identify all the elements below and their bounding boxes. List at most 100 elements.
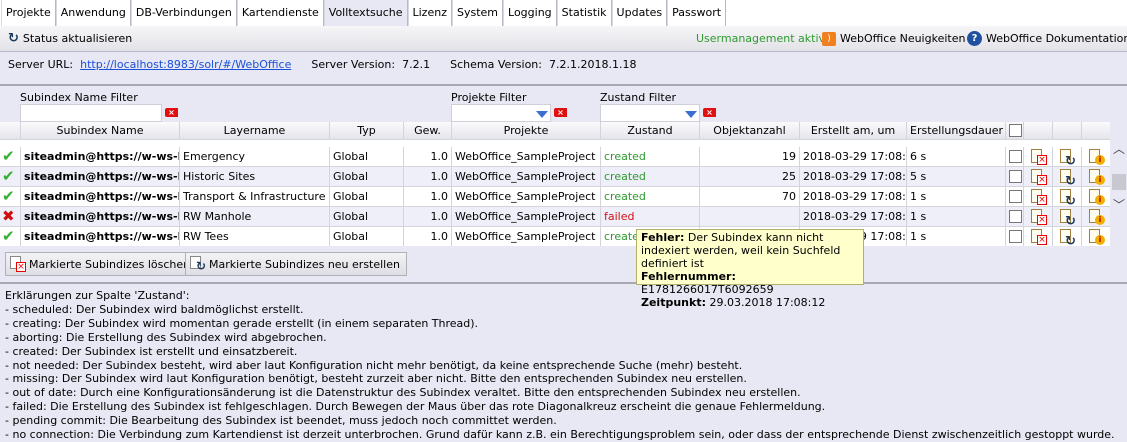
delete-icon[interactable]: ×: [1030, 189, 1047, 205]
typ-cell: Global: [330, 207, 404, 226]
docs-link[interactable]: ? WebOffice Dokumentation: [967, 31, 1127, 46]
action-cell: ×: [1024, 167, 1053, 186]
table-row[interactable]: ✔ siteadmin@https://w-ws-h Transport & Inf…: [0, 187, 1110, 207]
news-link[interactable]: ) WebOffice Neuigkeiten: [822, 31, 965, 46]
main-tabs: Projekte Anwendung DB-Verbindungen Kartendi…: [0, 0, 1127, 26]
tooltip-time: 29.03.2018 17:08:12: [709, 296, 826, 309]
divider: [0, 282, 1127, 284]
toolbar: ↻ Status aktualisieren Usermanagement ak…: [0, 26, 1127, 52]
zustand-cell: created: [601, 167, 700, 186]
server-version-label: Server Version:: [311, 58, 396, 71]
tab-updates[interactable]: Updates: [611, 0, 668, 26]
scroll-up-icon[interactable]: ︿: [1113, 140, 1125, 157]
checkmark-icon: ✔: [2, 147, 15, 165]
row-checkbox[interactable]: [1009, 170, 1022, 183]
server-version: 7.2.1: [402, 58, 431, 71]
rebuild-icon[interactable]: ↻: [1059, 149, 1076, 166]
rebuild-icon[interactable]: ↻: [1059, 229, 1076, 246]
info-icon[interactable]: i: [1088, 149, 1105, 165]
status-cell: ✔: [0, 167, 21, 186]
subindex-name-filter-input[interactable]: [20, 104, 162, 122]
status-cell: ✖: [0, 207, 21, 226]
tooltip-number-label: Fehlernummer:: [641, 270, 736, 283]
select-cell: [1006, 207, 1024, 226]
row-checkbox[interactable]: [1009, 210, 1022, 223]
action-cell: ×: [1024, 147, 1053, 166]
tab-anwendung[interactable]: Anwendung: [55, 0, 131, 26]
clear-name-filter-icon[interactable]: ×: [165, 108, 178, 117]
tab-statistik[interactable]: Statistik: [556, 0, 612, 26]
rebuild-icon[interactable]: ↻: [1059, 169, 1076, 186]
tab-system[interactable]: System: [451, 0, 504, 26]
row-checkbox[interactable]: [1009, 150, 1022, 163]
table-row[interactable]: ✔ siteadmin@https://w-ws-h Emergency Global…: [0, 147, 1110, 167]
projekte-filter-select[interactable]: [451, 104, 551, 122]
rebuild-icon[interactable]: ↻: [1059, 209, 1076, 226]
typ-cell: Global: [330, 227, 404, 246]
delete-icon[interactable]: ×: [1030, 229, 1047, 245]
explanation-line: - creating: Der Subindex wird momentan g…: [5, 316, 479, 330]
tab-kartendienste[interactable]: Kartendienste: [236, 0, 324, 26]
anzahl-cell: 19: [700, 147, 800, 166]
tooltip-error-number: E1781266017T6092659: [641, 283, 774, 296]
tab-projekte[interactable]: Projekte: [1, 0, 56, 26]
select-cell: [1006, 147, 1024, 166]
select-cell: [1006, 227, 1024, 246]
name-cell: siteadmin@https://w-ws-h: [21, 227, 180, 246]
refresh-status-button[interactable]: ↻ Status aktualisieren: [8, 31, 132, 46]
tab-volltextsuche[interactable]: Volltextsuche: [323, 0, 408, 26]
server-url-link[interactable]: http://localhost:8983/solr/#/WebOffice: [80, 58, 291, 71]
tab-lizenz[interactable]: Lizenz: [407, 0, 452, 26]
delete-icon[interactable]: ×: [1030, 209, 1047, 225]
explanation-line: - pending commit: Die Bearbeitung des Su…: [5, 414, 557, 428]
tab-logging[interactable]: Logging: [503, 0, 557, 26]
server-url-label: Server URL:: [8, 58, 74, 71]
error-cross-icon[interactable]: ✖: [2, 207, 15, 225]
explanation-line: - failed: Die Erstellung des Subindex is…: [5, 400, 826, 414]
projekt-cell: WebOffice_SampleProject: [452, 147, 601, 166]
row-checkbox[interactable]: [1009, 230, 1022, 243]
scroll-thumb[interactable]: [1112, 174, 1126, 190]
status-cell: ✔: [0, 187, 21, 206]
zustand-filter-label: Zustand Filter: [600, 91, 676, 104]
tab-passwort[interactable]: Passwort: [667, 0, 727, 26]
delete-icon[interactable]: ×: [1030, 169, 1047, 185]
action-cell: ×: [1024, 207, 1053, 226]
name-cell: siteadmin@https://w-ws-h: [21, 187, 180, 206]
delete-icon[interactable]: ×: [1030, 149, 1047, 165]
rebuild-icon[interactable]: ↻: [1059, 189, 1076, 206]
tab-db-verbindungen[interactable]: DB-Verbindungen: [130, 0, 237, 26]
table-row[interactable]: ✔ siteadmin@https://w-ws-h RW Tees Global 1.…: [0, 227, 1110, 246]
delete-marked-button[interactable]: × Markierte Subindizes löschen: [5, 252, 198, 276]
explanation-line: - not needed: Der Subindex besteht, wird…: [5, 358, 743, 372]
clear-zustand-filter-icon[interactable]: ×: [703, 108, 716, 117]
projekt-cell: WebOffice_SampleProject: [452, 167, 601, 186]
info-icon[interactable]: i: [1088, 169, 1105, 185]
dauer-cell: 1 s: [907, 227, 1006, 246]
delete-marked-label: Markierte Subindizes löschen: [29, 257, 191, 271]
dropdown-arrow-icon: [685, 111, 697, 118]
usermanagement-status: Usermanagement aktiv: [696, 32, 826, 45]
typ-cell: Global: [330, 147, 404, 166]
action-cell: ×: [1024, 227, 1053, 246]
table-row[interactable]: ✖ siteadmin@https://w-ws-h RW Manhole Globa…: [0, 207, 1110, 227]
action-cell: i: [1082, 147, 1110, 166]
refresh-label: Status aktualisieren: [22, 32, 133, 45]
scroll-down-icon[interactable]: ﹀: [1113, 196, 1125, 213]
anzahl-cell: 25: [700, 167, 800, 186]
zustand-filter-select[interactable]: [600, 104, 700, 122]
info-icon[interactable]: i: [1088, 229, 1105, 245]
checkmark-icon: ✔: [2, 167, 15, 185]
table-scrollbar[interactable]: ︿ ﹀: [1110, 140, 1127, 246]
clear-projekte-filter-icon[interactable]: ×: [554, 108, 567, 117]
info-icon[interactable]: i: [1088, 189, 1105, 205]
schema-version-label: Schema Version:: [450, 58, 542, 71]
tooltip-error-label: Fehler:: [641, 231, 685, 244]
table-row[interactable]: ✔ siteadmin@https://w-ws-h Historic Sites G…: [0, 167, 1110, 187]
info-icon[interactable]: i: [1088, 209, 1105, 225]
checkmark-icon: ✔: [2, 187, 15, 205]
rebuild-marked-button[interactable]: ↻ Markierte Subindizes neu erstellen: [185, 252, 407, 276]
schema-version: 7.2.1.2018.1.18: [548, 58, 637, 71]
row-checkbox[interactable]: [1009, 190, 1022, 203]
erstellt-cell: 2018-03-29 17:08::: [800, 207, 907, 226]
